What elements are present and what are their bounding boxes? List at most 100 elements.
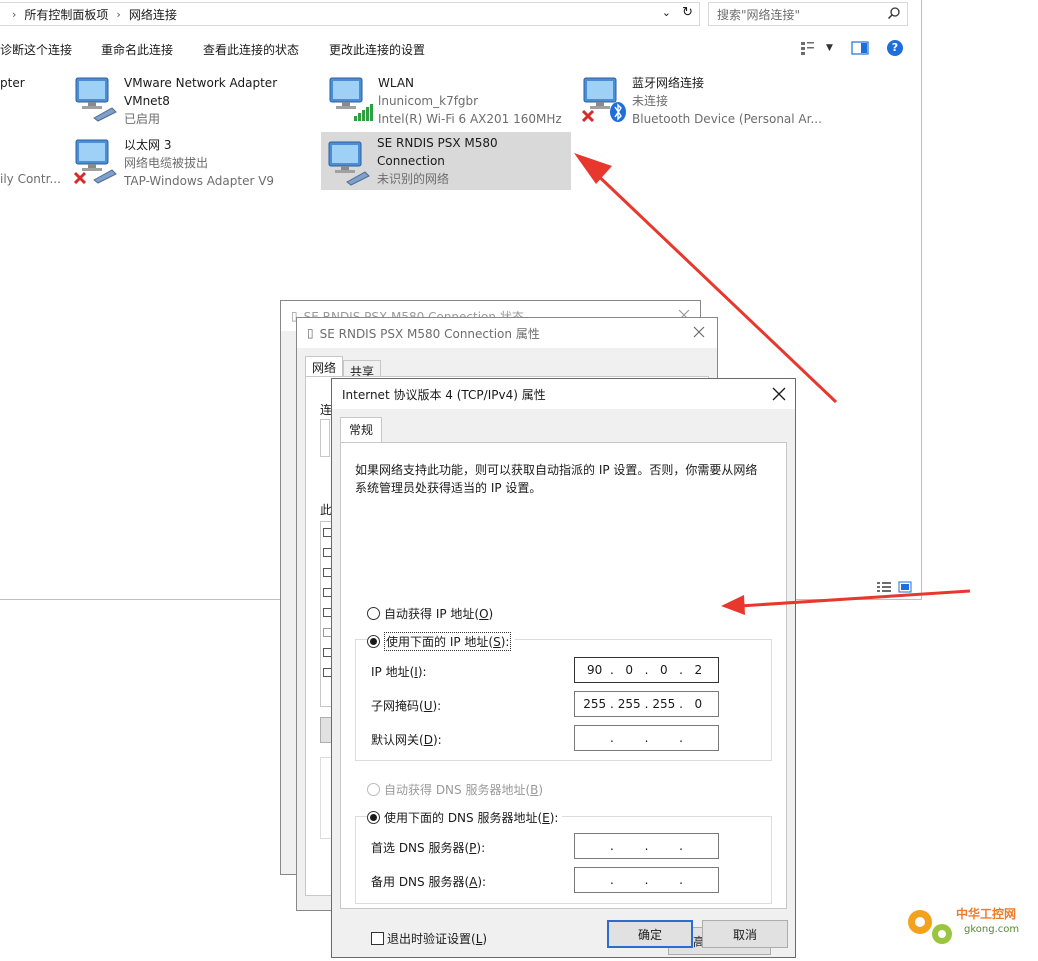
wifi-adapter-icon — [329, 77, 373, 121]
preferred-dns-input[interactable]: . . . — [574, 833, 719, 859]
auto-dns-radio[interactable] — [367, 783, 380, 796]
tab-general[interactable]: 常规 — [340, 417, 383, 442]
connection-device: Intel(R) Wi-Fi 6 AX201 160MHz — [378, 112, 562, 126]
connection-status: 未识别的网络 — [377, 172, 450, 186]
connection-status: 未连接 — [632, 94, 669, 108]
rename-connection-button[interactable]: 重命名此连接 — [101, 41, 173, 58]
connection-device: TAP-Windows Adapter V9 — [124, 174, 275, 188]
general-panel: 如果网络支持此功能，则可以获取自动指派的 IP 设置。否则，你需要从网络系统管理… — [340, 442, 787, 955]
manual-ip-label: 使用下面的 IP 地址(S): — [384, 632, 512, 651]
connection-item-partial[interactable]: ily Contr... — [0, 130, 64, 188]
breadcrumb-network-connections[interactable]: 网络连接 — [129, 6, 177, 23]
mask-octet[interactable]: 255 — [651, 697, 677, 711]
connection-item-bluetooth[interactable]: 蓝牙网络连接 未连接 Bluetooth Device (Personal Ar… — [576, 68, 826, 126]
view-controls: ▼ ? — [800, 40, 903, 56]
ip-address-label: IP 地址(I): — [371, 665, 427, 679]
connection-name-line2: VMnet8 — [124, 94, 170, 108]
search-input[interactable]: 搜索"网络连接" — [708, 2, 908, 26]
connection-device: ily Contr... — [0, 172, 61, 186]
network-plug-icon: ▯ — [307, 326, 314, 340]
address-bar: › 所有控制面板项 › 网络连接 ⌄ ↻ 搜索"网络连接" — [0, 0, 922, 30]
alternate-dns-label: 备用 DNS 服务器(A): — [371, 875, 487, 889]
mask-octet[interactable]: 255 — [616, 697, 642, 711]
connection-item-se-rndis[interactable]: SE RNDIS PSX M580 Connection 未识别的网络 — [321, 132, 571, 190]
auto-ip-label: 自动获得 IP 地址(O) — [384, 607, 494, 621]
ip-octet[interactable]: 0 — [651, 663, 677, 677]
command-bar: 诊断这个连接 重命名此连接 查看此连接的状态 更改此连接的设置 ▼ ? — [0, 34, 922, 64]
auto-dns-label: 自动获得 DNS 服务器地址(B) — [384, 783, 544, 797]
help-icon[interactable]: ? — [886, 40, 903, 56]
validate-on-exit-option[interactable]: 退出时验证设置(L) — [371, 930, 487, 947]
view-mode-switcher — [876, 581, 912, 593]
ip-address-input[interactable]: 90. 0. 0. 2 — [574, 657, 719, 683]
auto-ip-radio[interactable] — [367, 607, 380, 620]
breadcrumb[interactable]: › 所有控制面板项 › 网络连接 ⌄ ↻ — [0, 2, 700, 26]
ip-octet[interactable]: 0 — [616, 663, 642, 677]
network-adapter-icon — [73, 139, 117, 184]
preview-pane-icon[interactable] — [851, 41, 869, 55]
view-options-icon[interactable] — [800, 41, 816, 55]
watermark-domain: gkong.com — [964, 924, 1019, 935]
breadcrumb-chevron-icon: › — [12, 7, 17, 21]
network-adapter-icon — [75, 77, 117, 122]
change-settings-button[interactable]: 更改此连接的设置 — [329, 41, 425, 58]
manual-dns-label: 使用下面的 DNS 服务器地址(E): — [384, 811, 559, 825]
ip-octet[interactable]: 90 — [582, 663, 608, 677]
connection-item-wlan[interactable]: WLAN lnunicom_k7fgbr Intel(R) Wi-Fi 6 AX… — [322, 68, 572, 126]
connection-name: 以太网 3 — [124, 138, 172, 152]
cancel-button[interactable]: 取消 — [702, 920, 788, 948]
adapter-box — [320, 419, 330, 457]
connection-item-vmnet8[interactable]: VMware Network Adapter VMnet8 已启用 — [68, 68, 308, 126]
refresh-icon[interactable]: ↻ — [682, 5, 693, 20]
breadcrumb-control-panel[interactable]: 所有控制面板项 — [24, 6, 108, 23]
search-placeholder: 搜索"网络连接" — [717, 7, 801, 22]
connection-name: VMware Network Adapter — [124, 76, 278, 90]
connection-device: Bluetooth Device (Personal Ar... — [632, 112, 822, 126]
close-icon[interactable] — [771, 386, 787, 402]
validate-on-exit-label: 退出时验证设置(L) — [387, 932, 488, 946]
manual-dns-radio[interactable] — [367, 811, 380, 824]
connection-item-ethernet3[interactable]: 以太网 3 网络电缆被拔出 TAP-Windows Adapter V9 — [68, 130, 308, 188]
window-title: SE RNDIS PSX M580 Connection 属性 — [319, 326, 540, 341]
dropdown-chevron-icon[interactable]: ⌄ — [662, 6, 671, 19]
close-icon[interactable] — [691, 324, 707, 340]
ip-octet[interactable]: 2 — [685, 663, 711, 677]
connection-name: SE RNDIS PSX M580 — [377, 136, 498, 150]
search-icon[interactable] — [887, 6, 901, 20]
alternate-dns-input[interactable]: . . . — [574, 867, 719, 893]
gkong-watermark-logo: 中华工控网 gkong.com — [908, 906, 1019, 944]
view-status-button[interactable]: 查看此连接的状态 — [203, 41, 299, 58]
validate-on-exit-checkbox[interactable] — [371, 932, 384, 945]
breadcrumb-chevron-icon: › — [116, 7, 121, 21]
auto-dns-option[interactable]: 自动获得 DNS 服务器地址(B) — [367, 781, 543, 798]
manual-ip-radio[interactable] — [367, 635, 380, 648]
connection-status: 网络电缆被拔出 — [124, 156, 209, 170]
auto-ip-option[interactable]: 自动获得 IP 地址(O) — [367, 605, 493, 622]
connection-name: pter — [0, 76, 25, 90]
description-text: 如果网络支持此功能，则可以获取自动指派的 IP 设置。否则，你需要从网络系统管理… — [355, 463, 758, 495]
manual-dns-option[interactable]: 使用下面的 DNS 服务器地址(E): — [367, 809, 563, 826]
preferred-dns-label: 首选 DNS 服务器(P): — [371, 841, 486, 855]
ipv4-properties-dialog: Internet 协议版本 4 (TCP/IPv4) 属性 常规 如果网络支持此… — [331, 378, 796, 958]
details-view-icon[interactable] — [876, 581, 892, 593]
connection-name: 蓝牙网络连接 — [632, 76, 705, 90]
network-adapter-icon — [328, 141, 370, 186]
bluetooth-adapter-icon — [581, 77, 626, 122]
tiles-view-icon[interactable] — [898, 581, 912, 593]
gateway-input[interactable]: . . . — [574, 725, 719, 751]
gateway-label: 默认网关(D): — [371, 733, 442, 747]
watermark-text: 中华工控网 — [956, 906, 1016, 921]
view-dropdown-icon[interactable]: ▼ — [826, 43, 833, 53]
subnet-mask-label: 子网掩码(U): — [371, 699, 442, 713]
connection-network: lnunicom_k7fgbr — [378, 94, 479, 108]
connection-status: 已启用 — [124, 112, 161, 126]
mask-octet[interactable]: 0 — [685, 697, 711, 711]
manual-ip-option[interactable]: 使用下面的 IP 地址(S): — [367, 632, 516, 651]
diagnose-connection-button[interactable]: 诊断这个连接 — [0, 41, 72, 58]
subnet-mask-input[interactable]: 255. 255. 255. 0 — [574, 691, 719, 717]
mask-octet[interactable]: 255 — [582, 697, 608, 711]
connection-name: WLAN — [378, 76, 415, 90]
dialog-title: Internet 协议版本 4 (TCP/IPv4) 属性 — [342, 387, 546, 402]
connection-name-line2: Connection — [377, 154, 445, 168]
ok-button[interactable]: 确定 — [607, 920, 693, 948]
